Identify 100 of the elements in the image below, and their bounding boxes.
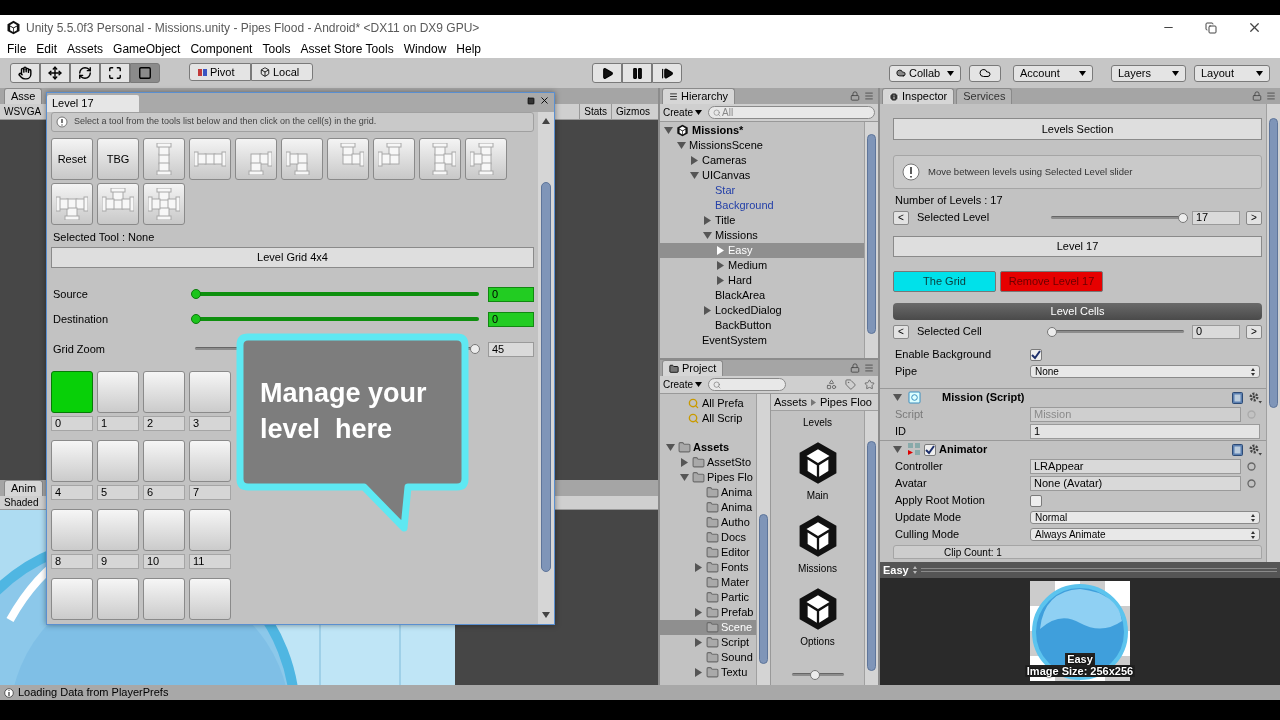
menu-icon[interactable] (864, 91, 874, 101)
scroll-up-icon[interactable] (542, 118, 550, 124)
folder-item[interactable]: Script (660, 635, 756, 650)
panel-tab[interactable]: Project (662, 360, 724, 376)
expanded-arrow-icon[interactable] (677, 141, 686, 150)
lock-icon[interactable] (850, 363, 860, 373)
tool-button[interactable]: TBG (97, 138, 139, 180)
menu-item[interactable]: Window (398, 40, 452, 58)
help-book-icon[interactable] (1232, 443, 1243, 456)
tree-item[interactable]: UICanvas (660, 168, 864, 183)
slider-thumb[interactable] (1178, 212, 1188, 223)
tree-item[interactable]: BlackArea (660, 288, 864, 303)
slider-thumb[interactable] (470, 344, 481, 354)
collapsed-arrow-icon[interactable] (703, 216, 712, 225)
preview-title[interactable]: Easy (883, 561, 909, 579)
menu-item[interactable]: Asset Store Tools (295, 40, 399, 58)
grid-cell[interactable] (143, 371, 185, 413)
grid-cell[interactable] (51, 578, 93, 620)
collapsed-arrow-icon[interactable] (694, 638, 703, 647)
folder-item[interactable]: Assets (660, 440, 756, 455)
folder-item[interactable]: Prefab (660, 605, 756, 620)
collapsed-arrow-icon[interactable] (680, 458, 689, 467)
create-button[interactable]: Create (663, 377, 702, 392)
tree-item[interactable]: BackButton (660, 318, 864, 333)
next-button[interactable]: > (1246, 210, 1262, 225)
scrollbar-thumb[interactable] (541, 182, 551, 572)
menu-icon[interactable] (1266, 91, 1276, 101)
tree-item[interactable]: Star (660, 183, 864, 198)
grid-cell[interactable] (189, 509, 231, 551)
value-field[interactable]: 0 (1192, 324, 1240, 339)
dropdown-button[interactable]: Layers (1111, 64, 1186, 82)
menu-icon[interactable] (864, 363, 874, 373)
lock-icon[interactable] (1252, 91, 1262, 101)
value-field[interactable]: 0 (488, 286, 534, 302)
grid-cell[interactable] (97, 371, 139, 413)
search-field[interactable] (708, 378, 786, 391)
collapsed-arrow-icon[interactable] (716, 261, 725, 270)
tree-item[interactable]: Medium (660, 258, 864, 273)
scrollbar[interactable] (538, 112, 554, 624)
panel-tab[interactable]: Asse (4, 88, 43, 104)
close-icon[interactable] (1247, 20, 1262, 35)
collapsed-arrow-icon[interactable] (694, 668, 703, 677)
collapsed-arrow-icon[interactable] (694, 608, 703, 617)
checkbox[interactable] (924, 443, 936, 456)
folder-item[interactable]: Anima (660, 485, 756, 500)
tree-item[interactable]: Hard (660, 273, 864, 288)
asset-label[interactable]: Missions (798, 561, 837, 576)
dropdown[interactable]: Normal (1030, 511, 1260, 524)
gear-icon[interactable] (1249, 391, 1262, 404)
grid-cell[interactable] (143, 440, 185, 482)
collapsed-arrow-icon[interactable] (703, 306, 712, 315)
asset-label[interactable]: Main (806, 488, 829, 503)
folder-item[interactable]: Editor (660, 545, 756, 560)
create-button[interactable]: Create (663, 105, 702, 120)
tree-item[interactable]: MissionsScene (660, 138, 864, 153)
grid-cell[interactable] (189, 440, 231, 482)
dropdown-button[interactable]: Collab (889, 64, 961, 82)
handle-button[interactable]: Local (251, 63, 313, 81)
dropdown[interactable]: Always Animate (1030, 528, 1260, 541)
slider-thumb[interactable] (191, 314, 201, 324)
expanded-arrow-icon[interactable] (893, 393, 902, 402)
previous-button[interactable]: < (893, 210, 909, 225)
breadcrumb-item[interactable]: Pipes Floo (820, 394, 872, 411)
expanded-arrow-icon[interactable] (893, 445, 902, 454)
tool-button[interactable] (10, 63, 40, 83)
favorite-item[interactable]: All Scrip (660, 411, 756, 426)
text-field[interactable]: 1 (1030, 424, 1260, 439)
handle-button[interactable]: Pivot (189, 63, 251, 81)
scene-toolbar-button[interactable]: Stats (579, 104, 612, 119)
tree-item[interactable]: Missions (660, 228, 864, 243)
expanded-arrow-icon[interactable] (703, 231, 712, 240)
grid-cell[interactable] (97, 440, 139, 482)
scrollbar-thumb[interactable] (759, 514, 768, 664)
folder-item[interactable]: Mater (660, 575, 756, 590)
close-icon[interactable] (539, 95, 550, 106)
folder-item[interactable]: Fonts (660, 560, 756, 575)
scrollbar-thumb[interactable] (867, 134, 876, 334)
scrollbar[interactable] (756, 394, 770, 685)
tree-item[interactable]: LockedDialog (660, 303, 864, 318)
grid-cell[interactable] (51, 440, 93, 482)
previous-button[interactable]: < (893, 324, 909, 339)
collapsed-arrow-icon[interactable] (690, 156, 699, 165)
slider-thumb[interactable] (1047, 326, 1057, 337)
collapsed-arrow-icon[interactable] (716, 246, 725, 255)
menu-item[interactable]: Tools (257, 40, 296, 58)
scrollbar[interactable] (864, 411, 878, 685)
action-button[interactable]: The Grid (893, 271, 996, 292)
grid-cell[interactable] (143, 578, 185, 620)
restore-icon[interactable] (1205, 21, 1217, 34)
folder-item[interactable]: Sound (660, 650, 756, 665)
folder-item[interactable]: Partic (660, 590, 756, 605)
dropdown[interactable]: None (1030, 365, 1260, 378)
tool-button[interactable] (40, 63, 70, 83)
expanded-arrow-icon[interactable] (664, 126, 673, 135)
collapsed-arrow-icon[interactable] (716, 276, 725, 285)
grid-cell[interactable] (189, 371, 231, 413)
tree-item[interactable]: Title (660, 213, 864, 228)
asset-label[interactable]: Options (800, 634, 835, 649)
object-field[interactable]: None (Avatar) (1030, 476, 1241, 491)
menu-item[interactable]: File (2, 40, 32, 58)
